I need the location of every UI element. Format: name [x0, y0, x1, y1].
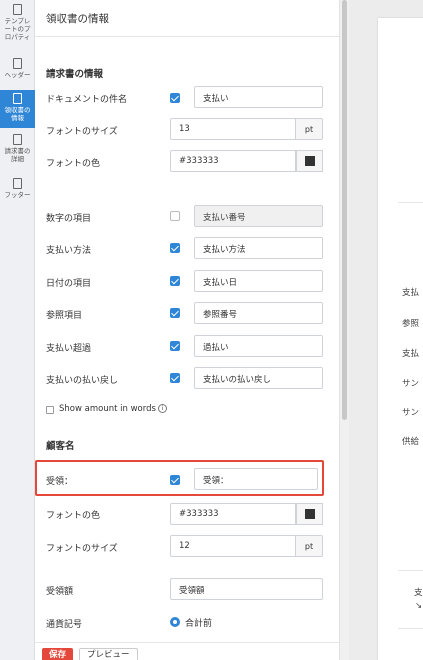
preview-divider: [398, 628, 423, 629]
doc-subject-input[interactable]: 支払い: [194, 86, 323, 108]
refund-checkbox[interactable]: [170, 373, 180, 383]
list-icon: [13, 134, 22, 145]
color-swatch: [304, 509, 315, 519]
save-button[interactable]: 保存: [42, 648, 74, 660]
received-amount-label: 受領額: [46, 587, 74, 597]
rail-item-footer[interactable]: フッター: [0, 178, 35, 208]
rail-item-template-properties[interactable]: テンプレートのプロパティ: [0, 4, 35, 58]
font-color-input[interactable]: #333333: [170, 150, 296, 172]
payment-method-checkbox[interactable]: [170, 243, 180, 253]
show-words-row: Show amount in words i: [59, 404, 167, 414]
preview-line: 支払: [402, 288, 420, 298]
customer-font-size-input[interactable]: 12: [170, 535, 296, 557]
customer-font-color-label: フォントの色: [46, 511, 101, 521]
currency-radio[interactable]: [170, 617, 180, 627]
preview-page: [378, 18, 423, 660]
overpayment-checkbox[interactable]: [170, 341, 180, 351]
customer-font-color-input[interactable]: #333333: [170, 503, 296, 525]
received-input[interactable]: 受領：: [194, 468, 318, 490]
received-amount-input[interactable]: 受領額: [170, 578, 323, 600]
footer-icon: [13, 178, 22, 189]
customer-font-size-unit: pt: [296, 535, 323, 557]
overpayment-input[interactable]: 過払い: [194, 335, 323, 357]
preview-line: 支払: [402, 349, 420, 359]
payment-method-label: 支払い方法: [46, 246, 92, 256]
doc-subject-checkbox[interactable]: [170, 93, 180, 103]
customer-section-title: 顧客名: [46, 441, 75, 452]
number-field-checkbox[interactable]: [170, 211, 180, 221]
font-size-label: フォントのサイズ: [46, 127, 118, 137]
preview-bottom-text: 支: [414, 588, 423, 598]
header-icon: [13, 58, 22, 69]
rail-item-label: テンプレートのプロパティ: [4, 17, 31, 41]
received-label: 受領：: [46, 477, 74, 487]
doc-subject-label: ドキュメントの件名: [46, 95, 128, 105]
currency-option-label: 合計前: [185, 619, 213, 629]
preview-line: サン: [402, 379, 420, 389]
rail-item-header[interactable]: ヘッダー: [0, 58, 35, 90]
document-icon: [13, 4, 22, 15]
number-field-label: 数字の項目: [46, 214, 92, 224]
preview-line: サン: [402, 408, 420, 418]
panel-title: 領収書の情報: [35, 0, 339, 37]
refund-input[interactable]: 支払いの払い戻し: [194, 367, 323, 389]
preview-line: 供給: [402, 437, 420, 447]
show-words-label: Show amount in words: [59, 404, 156, 414]
color-swatch: [304, 156, 315, 166]
payment-method-input[interactable]: 支払い方法: [194, 237, 323, 259]
color-picker-button[interactable]: [296, 150, 323, 172]
date-field-input[interactable]: 支払い日: [194, 270, 323, 292]
font-size-input[interactable]: 13: [170, 118, 296, 140]
app-root: テンプレートのプロパティ ヘッダー 領収書の情報 請求書の詳細 フッター 領収書…: [0, 0, 423, 660]
preview-line: 参照: [402, 319, 420, 329]
customer-font-size-label: フォントのサイズ: [46, 544, 118, 554]
settings-panel: 領収書の情報 請求書の情報 ドキュメントの件名 支払い フォントのサイズ 13 …: [35, 0, 340, 660]
date-field-checkbox[interactable]: [170, 276, 180, 286]
received-checkbox[interactable]: [170, 475, 180, 485]
rail-item-receipt-info[interactable]: 領収書の情報: [0, 90, 35, 128]
info-icon[interactable]: i: [157, 404, 167, 413]
preview-button[interactable]: プレビュー: [79, 648, 138, 660]
show-words-checkbox[interactable]: [46, 406, 54, 414]
rail-item-label: ヘッダー: [4, 71, 31, 79]
number-field-input[interactable]: 支払い番号: [194, 205, 323, 227]
rail-item-label: フッター: [4, 191, 31, 199]
section-rail: テンプレートのプロパティ ヘッダー 領収書の情報 請求書の詳細 フッター: [0, 0, 35, 660]
scrollbar-thumb[interactable]: [342, 0, 347, 420]
receipt-icon: [13, 93, 22, 104]
reference-field-label: 参照項目: [46, 311, 83, 321]
rail-item-invoice-details[interactable]: 請求書の詳細: [0, 134, 35, 172]
panel-footer: 保存 プレビュー: [35, 642, 339, 660]
preview-divider: [398, 570, 423, 571]
rail-item-label: 請求書の詳細: [4, 147, 31, 163]
font-color-label: フォントの色: [46, 159, 101, 169]
currency-label: 通貨記号: [46, 620, 83, 630]
font-size-unit: pt: [296, 118, 323, 140]
customer-color-picker-button[interactable]: [296, 503, 323, 525]
refund-label: 支払いの払い戻し: [46, 376, 119, 386]
reference-field-input[interactable]: 参照番号: [194, 302, 323, 324]
date-field-label: 日付の項目: [46, 279, 92, 289]
invoice-section-title: 請求書の情報: [46, 69, 104, 80]
panel-scrollbar[interactable]: [340, 0, 349, 660]
overpayment-label: 支払い超過: [46, 344, 92, 354]
reference-field-checkbox[interactable]: [170, 308, 180, 318]
rail-item-label: 領収書の情報: [4, 106, 31, 122]
preview-divider: [398, 202, 423, 203]
arrow-icon: ↘: [415, 601, 423, 611]
